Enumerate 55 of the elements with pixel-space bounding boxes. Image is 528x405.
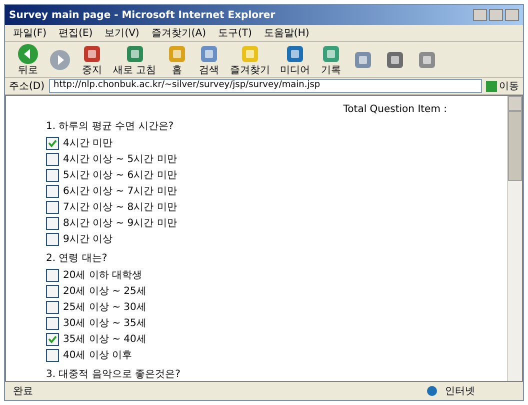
go-button[interactable]: 이동 xyxy=(486,78,519,94)
checkbox[interactable] xyxy=(46,216,59,230)
question-title: 2. 연령 대는? xyxy=(46,252,108,266)
status-text: 완료 xyxy=(13,384,33,398)
checkbox[interactable] xyxy=(46,200,59,214)
checkbox[interactable] xyxy=(46,168,59,182)
minimize-button[interactable] xyxy=(473,9,487,21)
close-button[interactable] xyxy=(505,9,519,21)
option-label: 6시간 이상 ~ 7시간 미만 xyxy=(63,184,177,198)
toolbar-button[interactable]: 미디어 xyxy=(280,43,310,76)
window-title: Survey main page - Microsoft Internet Explorer xyxy=(9,8,276,22)
option-label: 7시간 이상 ~ 8시간 미만 xyxy=(63,200,177,214)
option-label: 25세 이상 ~ 30세 xyxy=(63,300,146,314)
option-label: 5시간 이상 ~ 6시간 미만 xyxy=(63,168,177,182)
toolbar-button[interactable]: 뒤로 xyxy=(17,43,39,76)
checkbox[interactable] xyxy=(46,300,59,314)
menu-item[interactable]: 보기(V) xyxy=(104,26,140,40)
toolbar-button[interactable]: 기록 xyxy=(320,43,342,76)
option-label: 30세 이상 ~ 35세 xyxy=(63,316,146,330)
menu-item[interactable]: 즐겨찾기(A) xyxy=(151,26,206,40)
menu-item[interactable]: 도구(T) xyxy=(218,26,252,40)
zone-text: 인터넷 xyxy=(445,384,476,398)
option-label: 4시간 미만 xyxy=(63,136,113,150)
checkbox[interactable] xyxy=(46,284,59,298)
maximize-button[interactable] xyxy=(489,9,503,21)
option-label: 8시간 이상 ~ 9시간 미만 xyxy=(63,216,177,230)
toolbar-button[interactable]: 홈 xyxy=(166,43,188,76)
address-field[interactable]: http://nlp.chonbuk.ac.kr/~silver/survey/jsp/survey/main.jsp xyxy=(48,79,482,93)
checkbox[interactable] xyxy=(46,152,59,166)
option-label: 9시간 이상 xyxy=(63,232,113,246)
checkbox[interactable] xyxy=(46,316,59,330)
option-label: 20세 이하 대학생 xyxy=(63,268,142,282)
total-question-label: Total Question Item : xyxy=(342,103,448,117)
checkbox[interactable] xyxy=(46,232,59,246)
menu-item[interactable]: 도움말(H) xyxy=(264,26,310,40)
globe-icon xyxy=(427,386,437,396)
option-label: 35세 이상 ~ 40세 xyxy=(63,332,146,346)
checkbox[interactable] xyxy=(46,348,59,362)
question-title: 1. 하루의 평균 수면 시간은? xyxy=(46,120,175,134)
checkbox[interactable] xyxy=(46,332,59,346)
toolbar-button[interactable]: 새로 고침 xyxy=(113,43,156,76)
menu-item[interactable]: 파일(F) xyxy=(13,26,47,40)
toolbar-button[interactable]: 즐겨찾기 xyxy=(230,43,270,76)
address-label: 주소(D) xyxy=(9,80,45,94)
question-title: 3. 대중적 음악으로 좋은것은? xyxy=(46,368,182,381)
option-label: 40세 이상 이후 xyxy=(63,348,132,362)
option-label: 4시간 이상 ~ 5시간 미만 xyxy=(63,152,177,166)
option-label: 20세 이상 ~ 25세 xyxy=(63,284,146,298)
toolbar-button[interactable]: 중지 xyxy=(81,43,103,76)
checkbox[interactable] xyxy=(46,268,59,282)
checkbox[interactable] xyxy=(46,136,59,150)
menu-item[interactable]: 편집(E) xyxy=(58,26,93,40)
checkbox[interactable] xyxy=(46,184,59,198)
scrollbar[interactable] xyxy=(507,96,522,381)
toolbar-button[interactable]: 검색 xyxy=(198,43,220,76)
